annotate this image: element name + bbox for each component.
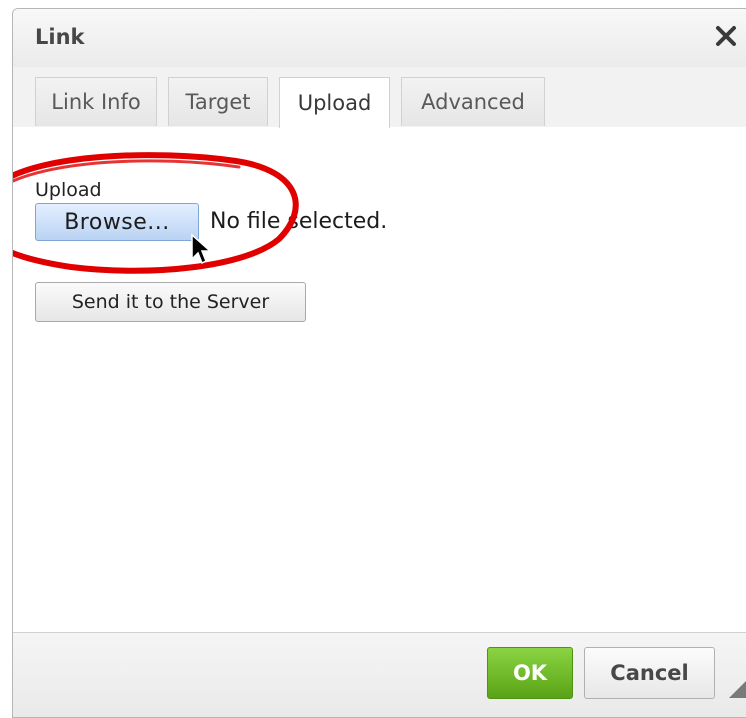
cancel-button[interactable]: Cancel xyxy=(584,647,715,699)
tab-label: Target xyxy=(185,90,251,114)
tab-advanced[interactable]: Advanced xyxy=(401,77,545,126)
file-status-text: No file selected. xyxy=(210,209,388,234)
upload-label: Upload xyxy=(35,179,102,201)
dialog-footer: OK Cancel xyxy=(13,632,746,717)
tab-upload[interactable]: Upload xyxy=(279,77,390,128)
tab-bar: Link Info Target Upload Advanced xyxy=(13,67,746,128)
resize-grip-icon[interactable] xyxy=(729,680,746,698)
close-icon[interactable] xyxy=(711,21,741,51)
tab-target[interactable]: Target xyxy=(168,77,268,126)
dialog-titlebar[interactable]: Link xyxy=(13,9,746,68)
browse-button[interactable]: Browse... xyxy=(35,203,199,241)
dialog-title: Link xyxy=(35,25,85,49)
tab-label: Link Info xyxy=(51,90,141,114)
send-to-server-button[interactable]: Send it to the Server xyxy=(35,282,306,322)
tab-label: Upload xyxy=(297,91,372,115)
tab-label: Advanced xyxy=(421,90,525,114)
link-dialog: Link Link Info Target Upload Advanced Up… xyxy=(12,8,746,718)
ok-button[interactable]: OK xyxy=(487,647,573,699)
tab-link-info[interactable]: Link Info xyxy=(35,77,157,126)
upload-panel: Upload Browse... No file selected. Send … xyxy=(13,127,746,632)
